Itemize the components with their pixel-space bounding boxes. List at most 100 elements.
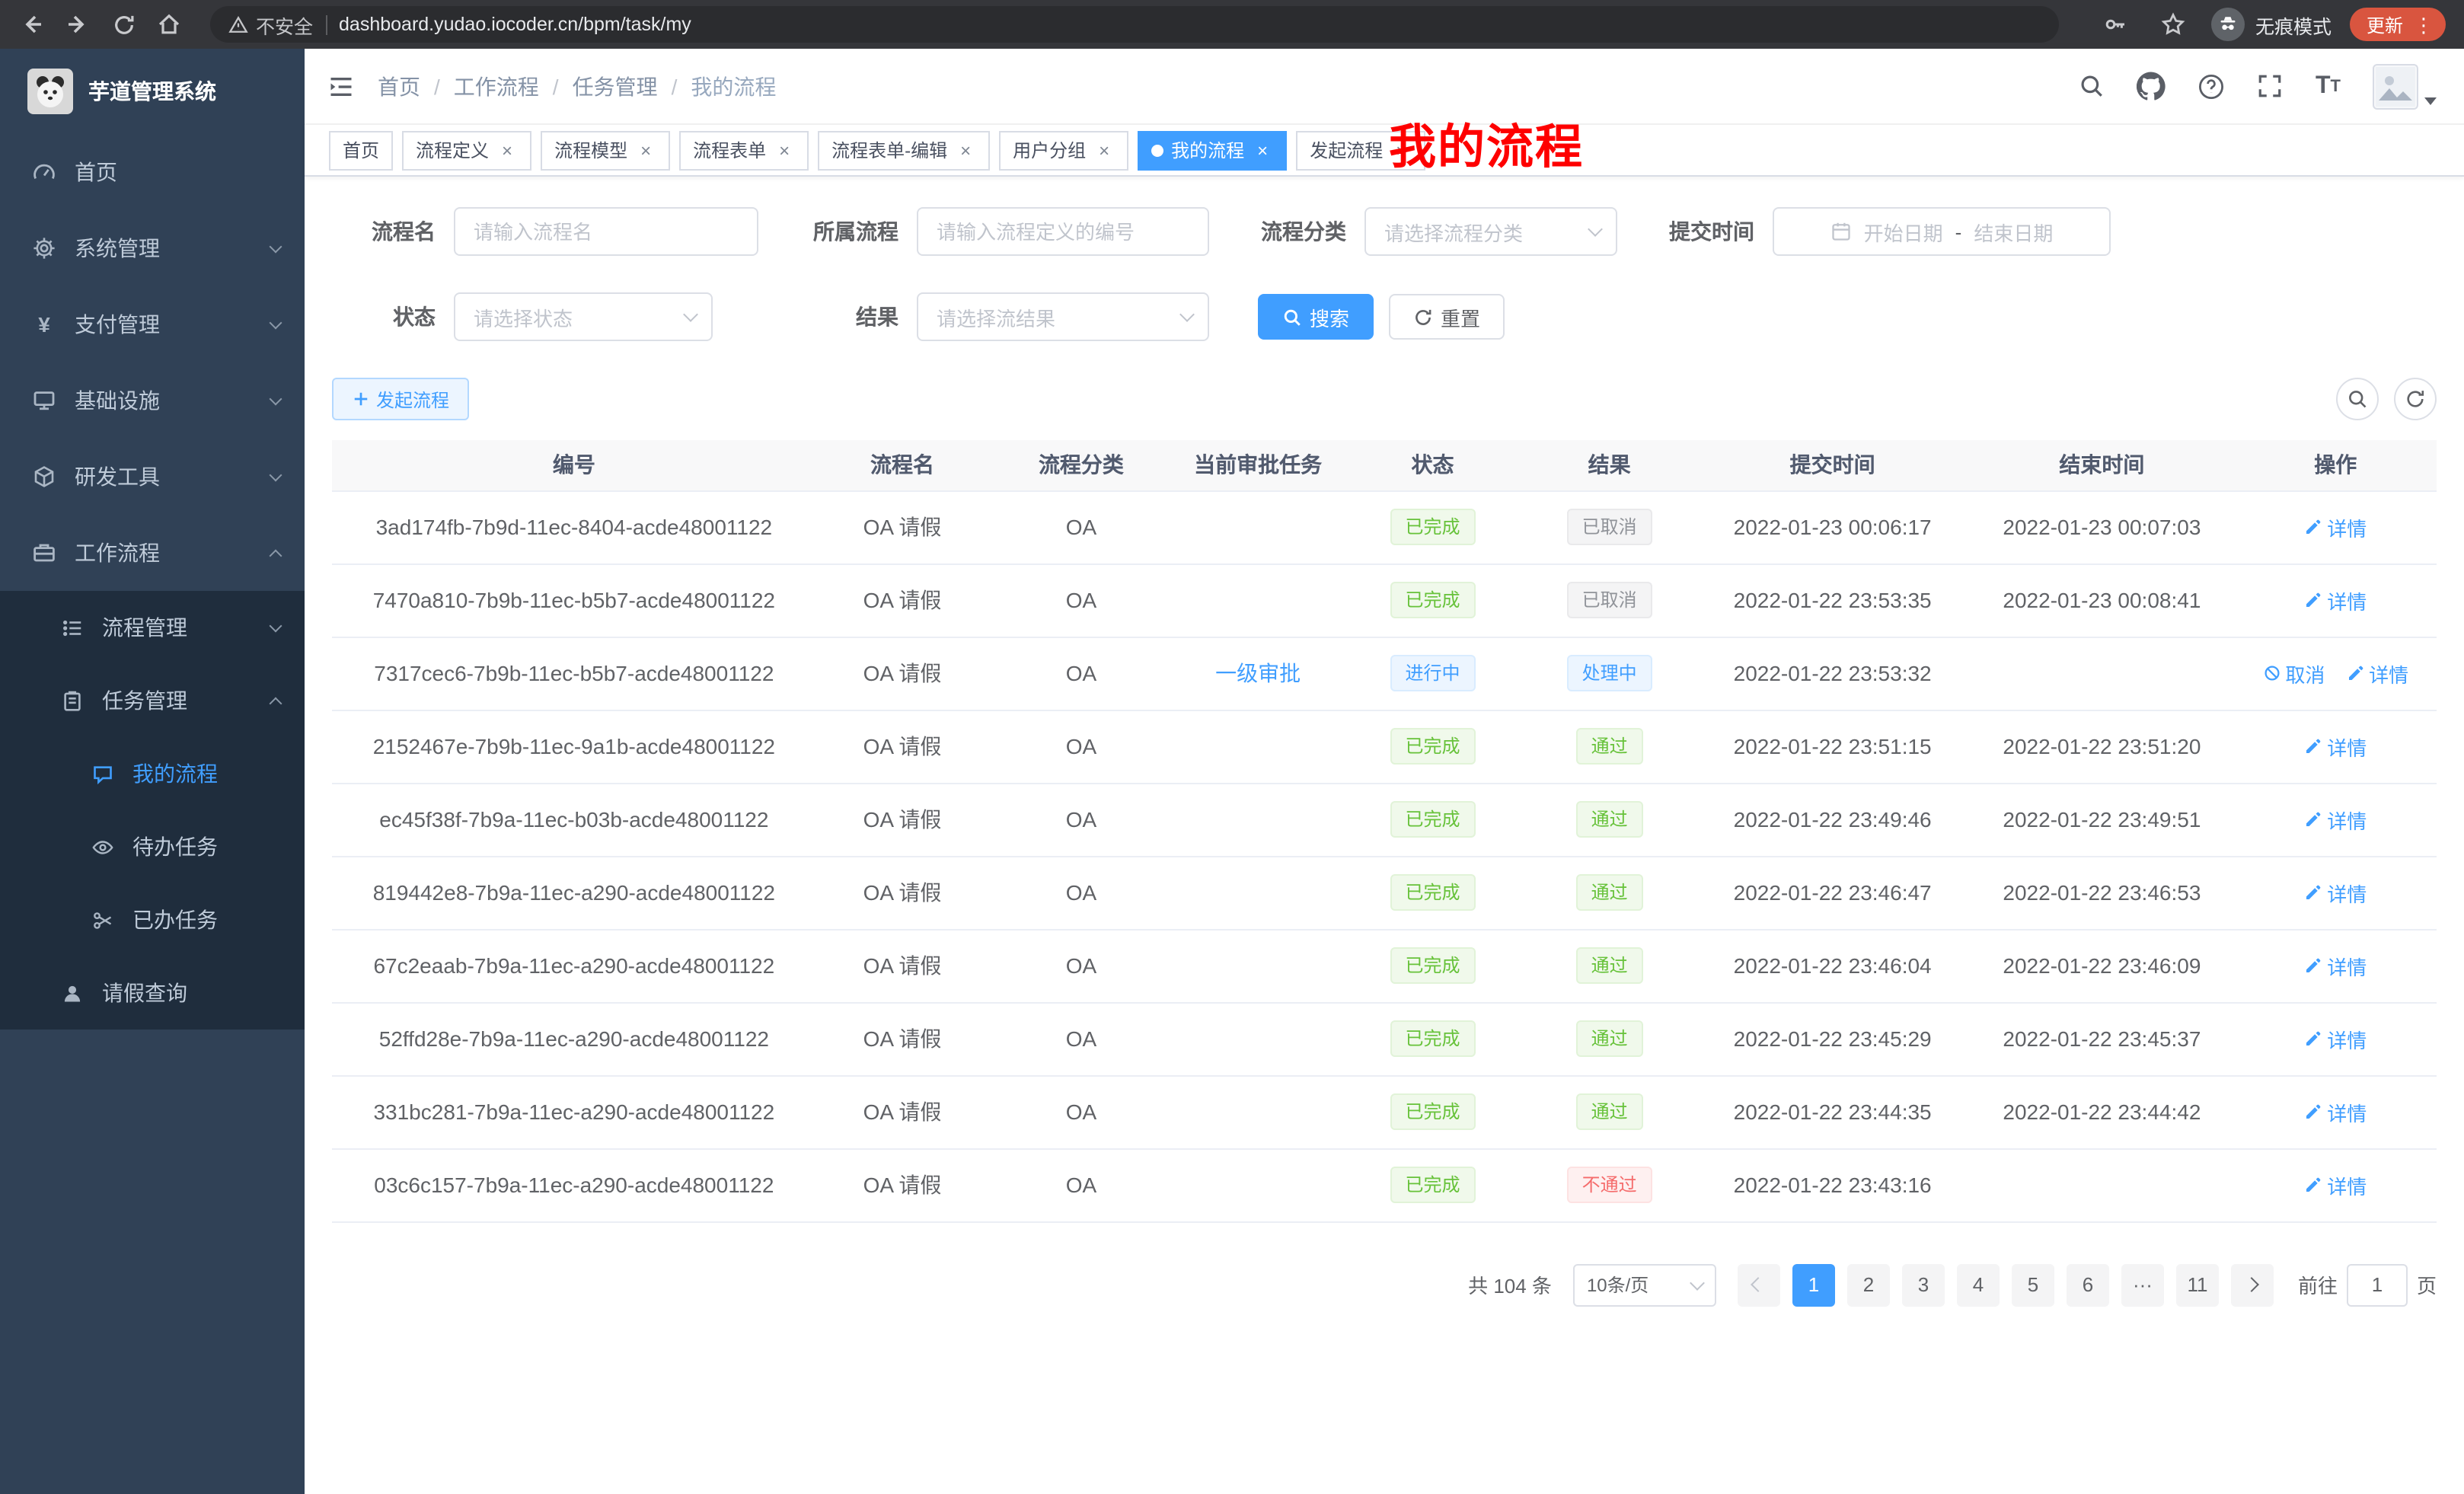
sidebar-item-label: 任务管理: [102, 685, 271, 716]
process-name-input[interactable]: [454, 207, 758, 256]
prev-page-button[interactable]: [1738, 1263, 1780, 1306]
close-icon[interactable]: ×: [774, 141, 795, 159]
caret-down-icon: [2424, 97, 2437, 104]
calendar-icon: [1830, 221, 1852, 242]
page-ellipsis[interactable]: ···: [2121, 1263, 2164, 1306]
detail-link[interactable]: 详情: [2304, 1024, 2367, 1053]
sidebar-item-payment[interactable]: ¥ 支付管理: [0, 286, 305, 362]
process-def-input[interactable]: [917, 207, 1209, 256]
address-bar[interactable]: 不安全 dashboard.yudao.iocoder.cn/bpm/task/…: [210, 6, 2059, 43]
search-button[interactable]: 搜索: [1258, 294, 1374, 340]
font-size-button[interactable]: TT: [2316, 72, 2341, 100]
bookmark-button[interactable]: [2153, 5, 2193, 44]
refresh-button[interactable]: [2394, 378, 2437, 420]
result-select[interactable]: 请选择流结果: [917, 292, 1209, 341]
user-menu[interactable]: [2373, 63, 2437, 109]
close-icon[interactable]: ×: [635, 141, 656, 159]
page-button-3[interactable]: 3: [1902, 1263, 1945, 1306]
sidebar-item-done-tasks[interactable]: 已办任务: [0, 883, 305, 956]
sidebar-item-process-management[interactable]: 流程管理: [0, 591, 305, 664]
sidebar-toggle-button[interactable]: [305, 72, 378, 100]
table-row: ec45f38f-7b9a-11ec-b03b-acde48001122 OA …: [332, 783, 2437, 856]
sidebar-item-workflow[interactable]: 工作流程: [0, 515, 305, 591]
page-button-1[interactable]: 1: [1792, 1263, 1835, 1306]
current-task-link[interactable]: 一级审批: [1215, 661, 1301, 685]
forward-button[interactable]: [58, 5, 97, 44]
date-range-picker[interactable]: 开始日期 - 结束日期: [1773, 207, 2111, 256]
tab-process-definition[interactable]: 流程定义×: [402, 130, 531, 170]
reload-button[interactable]: [104, 5, 143, 44]
category-select[interactable]: 请选择流程分类: [1364, 207, 1617, 256]
breadcrumb-home[interactable]: 首页: [378, 71, 420, 101]
close-icon[interactable]: ×: [1252, 141, 1273, 159]
tab-process-form[interactable]: 流程表单×: [679, 130, 809, 170]
sidebar-item-my-process[interactable]: 我的流程: [0, 737, 305, 810]
detail-link[interactable]: 详情: [2304, 951, 2367, 980]
cancel-link[interactable]: 取消: [2262, 659, 2325, 688]
chevron-up-icon: [270, 549, 282, 562]
page-button-11[interactable]: 11: [2176, 1263, 2219, 1306]
page-button-6[interactable]: 6: [2067, 1263, 2109, 1306]
close-icon[interactable]: ×: [496, 141, 518, 159]
page-size-select[interactable]: 10条/页: [1573, 1263, 1716, 1306]
range-separator: -: [1955, 220, 1962, 243]
sidebar-item-infrastructure[interactable]: 基础设施: [0, 362, 305, 439]
browser-toolbar: 不安全 dashboard.yudao.iocoder.cn/bpm/task/…: [0, 0, 2464, 49]
detail-link[interactable]: 详情: [2304, 732, 2367, 761]
table-row: 3ad174fb-7b9d-11ec-8404-acde48001122 OA …: [332, 490, 2437, 563]
update-button[interactable]: 更新 ⋮: [2350, 8, 2446, 41]
tab-my-process[interactable]: 我的流程×: [1138, 130, 1287, 170]
url-text: dashboard.yudao.iocoder.cn/bpm/task/my: [339, 14, 691, 35]
refresh-icon: [2405, 388, 2426, 410]
column-header-actions: 操作: [2235, 440, 2437, 490]
security-status[interactable]: 不安全: [228, 10, 313, 39]
sidebar-item-task-management[interactable]: 任务管理: [0, 664, 305, 737]
sidebar-item-devtools[interactable]: 研发工具: [0, 439, 305, 515]
browser-menu-icon[interactable]: ⋮: [2409, 14, 2438, 34]
omnibox-divider: [325, 14, 327, 34]
detail-link[interactable]: 详情: [2304, 805, 2367, 834]
tab-process-form-edit[interactable]: 流程表单-编辑×: [818, 130, 990, 170]
toggle-search-button[interactable]: [2336, 378, 2379, 420]
help-button[interactable]: [2198, 72, 2226, 100]
back-button[interactable]: [12, 5, 52, 44]
detail-link[interactable]: 详情: [2304, 512, 2367, 541]
status-select[interactable]: 请选择状态: [454, 292, 713, 341]
edit-icon: [2304, 737, 2322, 755]
edit-icon: [2304, 1030, 2322, 1048]
avatar[interactable]: [2373, 63, 2418, 109]
tab-home[interactable]: 首页: [329, 130, 393, 170]
page-button-2[interactable]: 2: [1847, 1263, 1890, 1306]
sidebar-item-system[interactable]: 系统管理: [0, 210, 305, 286]
tab-user-group[interactable]: 用户分组×: [999, 130, 1128, 170]
table-row: 331bc281-7b9a-11ec-a290-acde48001122 OA …: [332, 1075, 2437, 1148]
breadcrumb-workflow[interactable]: 工作流程: [454, 71, 539, 101]
page-button-4[interactable]: 4: [1957, 1263, 2000, 1306]
github-link[interactable]: [2137, 72, 2166, 101]
next-page-button[interactable]: [2231, 1263, 2274, 1306]
fullscreen-button[interactable]: [2258, 73, 2284, 99]
sidebar-item-todo-tasks[interactable]: 待办任务: [0, 810, 305, 883]
close-icon[interactable]: ×: [955, 141, 976, 159]
status-tag: 已完成: [1390, 1093, 1475, 1130]
detail-link[interactable]: 详情: [2304, 1170, 2367, 1199]
reset-button[interactable]: 重置: [1389, 294, 1505, 340]
page-button-5[interactable]: 5: [2012, 1263, 2054, 1306]
detail-link[interactable]: 详情: [2304, 1097, 2367, 1126]
chevron-left-icon: [1751, 1277, 1767, 1292]
sidebar-item-home[interactable]: 首页: [0, 134, 305, 210]
sidebar-item-leave-query[interactable]: 请假查询: [0, 956, 305, 1030]
close-icon[interactable]: ×: [1093, 141, 1115, 159]
home-button[interactable]: [149, 5, 189, 44]
tab-process-model[interactable]: 流程模型×: [541, 130, 670, 170]
detail-link[interactable]: 详情: [2304, 878, 2367, 907]
start-process-button[interactable]: 发起流程: [332, 378, 469, 420]
goto-page-input[interactable]: [2347, 1263, 2408, 1306]
detail-link[interactable]: 详情: [2304, 586, 2367, 615]
breadcrumb-task-management[interactable]: 任务管理: [573, 71, 658, 101]
table-row: 7470a810-7b9b-11ec-b5b7-acde48001122 OA …: [332, 563, 2437, 637]
header-search-button[interactable]: [2079, 73, 2105, 99]
password-key-button[interactable]: [2095, 5, 2135, 44]
detail-link[interactable]: 详情: [2346, 659, 2408, 688]
status-tag: 已完成: [1390, 947, 1475, 984]
